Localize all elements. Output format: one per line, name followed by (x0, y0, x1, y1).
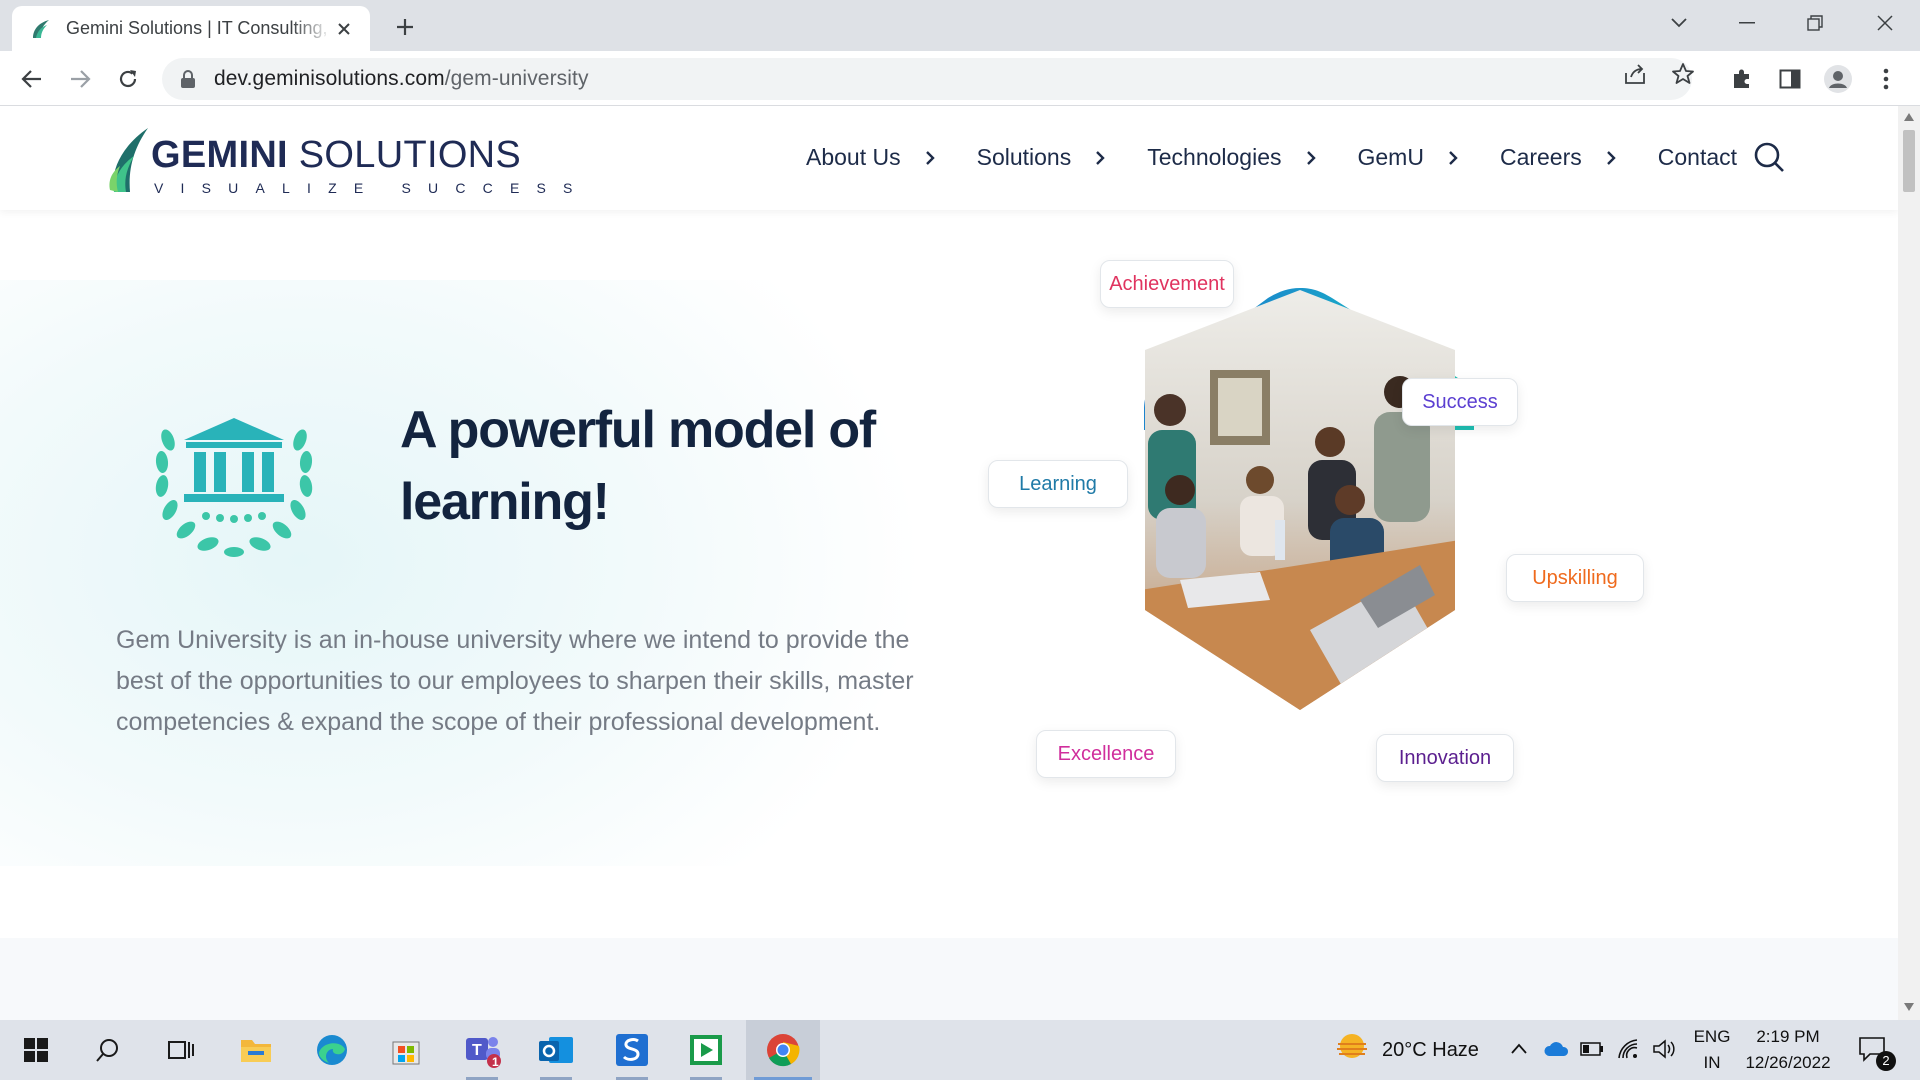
volume-icon[interactable] (1652, 1038, 1676, 1060)
reload-icon[interactable] (110, 61, 146, 97)
next-section-band (0, 938, 1898, 1020)
logo-tagline: VISUALIZE SUCCESS (154, 180, 590, 196)
nav-item-careers[interactable]: Careers (1500, 144, 1618, 171)
browser-titlebar: Gemini Solutions | IT Consulting, Softwa… (0, 0, 1920, 51)
svg-text:T: T (472, 1042, 482, 1059)
logo-word-gemini: GEMINI (151, 134, 288, 176)
chip-label: Learning (1019, 472, 1097, 495)
page-scrollbar[interactable] (1898, 106, 1920, 1020)
windows-taskbar: T 1 20°C Haze ENG IN 2:19 PM 12/26/2022 … (0, 1020, 1920, 1080)
chip-achievement: Achievement (1100, 260, 1234, 308)
onedrive-cloud-icon[interactable] (1543, 1040, 1569, 1058)
language-region[interactable]: IN (1690, 1053, 1734, 1073)
url-text: dev.geminisolutions.com/gem-university (214, 67, 589, 91)
nav-item-solutions[interactable]: Solutions (977, 144, 1108, 171)
forward-arrow-icon[interactable] (62, 61, 98, 97)
search-icon[interactable] (1752, 140, 1786, 174)
gemini-favicon-icon (33, 19, 49, 38)
chevron-right-icon (1449, 150, 1458, 165)
url-domain: dev.geminisolutions.com (214, 67, 445, 90)
chrome-taskbar-icon[interactable] (746, 1020, 820, 1080)
nav-item-label: About Us (806, 144, 901, 170)
hero-description: Gem University is an in-house university… (116, 626, 914, 736)
chrome-menu-icon[interactable] (1870, 63, 1902, 95)
nav-item-about-us[interactable]: About Us (806, 144, 937, 171)
team-learning-hexagon-image: Achievement Success Learning Upskilling … (988, 180, 1644, 782)
new-tab-icon[interactable] (390, 12, 420, 42)
address-bar[interactable]: dev.geminisolutions.com/gem-university (162, 58, 1692, 100)
chevron-up-icon[interactable] (1510, 1042, 1528, 1056)
nav-item-label: Solutions (976, 144, 1072, 170)
language-code[interactable]: ENG (1690, 1027, 1734, 1047)
scroll-thumb[interactable] (1903, 130, 1915, 192)
lock-icon (181, 70, 195, 88)
share-icon[interactable] (1620, 59, 1650, 89)
skype-style-app-icon[interactable] (602, 1020, 662, 1080)
chip-label: Achievement (1109, 272, 1225, 295)
media-player-icon[interactable] (676, 1020, 736, 1080)
chevron-right-icon (925, 150, 935, 165)
search-taskbar-icon[interactable] (78, 1020, 138, 1080)
profile-avatar-icon[interactable] (1822, 63, 1854, 95)
url-path: /gem-university (444, 67, 589, 90)
edge-browser-icon[interactable] (302, 1020, 362, 1080)
chip-learning: Learning (988, 460, 1128, 508)
logo-leaf-icon (109, 128, 148, 192)
teams-icon[interactable]: T 1 (452, 1020, 512, 1080)
battery-icon[interactable] (1580, 1041, 1604, 1057)
minimize-icon[interactable] (1724, 8, 1770, 38)
weather-haze-icon (1337, 1034, 1367, 1058)
nav-item-contact[interactable]: Contact (1658, 144, 1737, 171)
chip-success: Success (1402, 378, 1518, 426)
chip-label: Excellence (1057, 742, 1155, 765)
tab-close-icon[interactable] (332, 17, 356, 41)
chip-innovation: Innovation (1376, 734, 1514, 782)
chevron-right-icon (1306, 150, 1316, 165)
side-panel-icon[interactable] (1774, 63, 1806, 95)
bookmark-star-icon[interactable] (1668, 59, 1698, 89)
task-view-icon[interactable] (150, 1020, 210, 1080)
gemini-logo[interactable]: GEMINI SOLUTIONS VISUALIZE SUCCESS (108, 122, 572, 198)
chip-excellence: Excellence (1036, 730, 1176, 778)
outlook-icon[interactable] (526, 1020, 586, 1080)
main-navigation: About Us Solutions Technologies GemU Car… (806, 144, 1777, 171)
chip-upskilling: Upskilling (1506, 554, 1644, 602)
close-window-icon[interactable] (1862, 8, 1908, 38)
nav-item-gemu[interactable]: GemU (1358, 144, 1460, 171)
restore-icon[interactable] (1792, 8, 1838, 38)
hero-title: A powerful model of learning! (400, 401, 876, 531)
wifi-icon[interactable] (1617, 1038, 1641, 1060)
site-header: GEMINI SOLUTIONS VISUALIZE SUCCESS About… (0, 106, 1898, 210)
back-arrow-icon[interactable] (14, 61, 50, 97)
file-explorer-icon[interactable] (226, 1020, 286, 1080)
extensions-puzzle-icon[interactable] (1726, 63, 1758, 95)
chevron-right-icon (1096, 150, 1105, 165)
tab-title: Gemini Solutions | IT Consulting, Softwa… (66, 18, 332, 38)
nav-item-technologies[interactable]: Technologies (1147, 144, 1317, 171)
chip-label: Innovation (1398, 746, 1492, 769)
tab-search-chevron-icon[interactable] (1656, 8, 1702, 38)
windows-start-icon[interactable] (6, 1020, 66, 1080)
logo-brand-text: GEMINI SOLUTIONS (151, 134, 521, 177)
weather-text[interactable]: 20°C Haze (1382, 1039, 1479, 1062)
clock-date[interactable]: 12/26/2022 (1736, 1053, 1840, 1073)
teams-badge-count: 1 (492, 1055, 499, 1069)
scroll-up-arrow-icon[interactable] (1903, 112, 1915, 122)
logo-word-solutions: SOLUTIONS (287, 134, 522, 176)
browser-tab-active[interactable]: Gemini Solutions | IT Consulting, Softwa… (12, 6, 370, 51)
browser-toolbar: dev.geminisolutions.com/gem-university (0, 51, 1920, 106)
nav-item-label: Technologies (1147, 144, 1282, 170)
chip-label: Upskilling (1532, 566, 1618, 589)
nav-item-label: GemU (1357, 144, 1424, 170)
notification-badge-count: 2 (1876, 1051, 1896, 1071)
clock-time[interactable]: 2:19 PM (1740, 1027, 1836, 1047)
nav-item-label: Careers (1499, 144, 1582, 170)
chevron-right-icon (1606, 150, 1616, 165)
university-laurel-emblem-icon (155, 418, 313, 557)
chip-label: Success (1422, 390, 1498, 413)
microsoft-store-icon[interactable] (376, 1020, 436, 1080)
scroll-down-arrow-icon[interactable] (1903, 1002, 1915, 1012)
nav-item-label: Contact (1657, 144, 1738, 170)
